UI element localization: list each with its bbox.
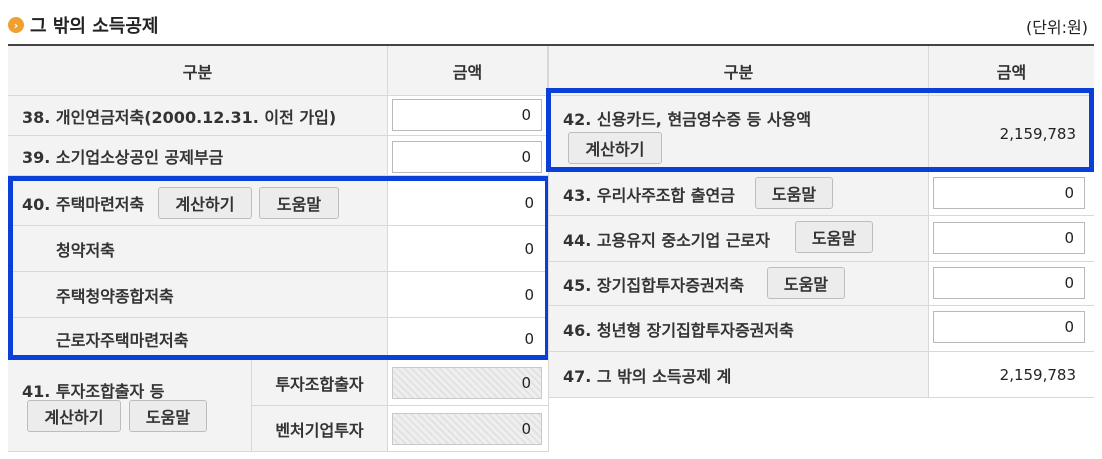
row45-input[interactable]: 0: [933, 267, 1085, 299]
row43-label-text: 43. 우리사주조합 출연금: [563, 185, 735, 205]
row44-label-text: 44. 고용유지 중소기업 근로자: [563, 230, 770, 250]
left-header-category: 구분: [8, 46, 388, 96]
row46-label: 46. 청년형 장기집합투자증권저축: [549, 306, 929, 352]
row43-input[interactable]: 0: [933, 177, 1085, 209]
row38-input[interactable]: 0: [392, 99, 542, 131]
row41-sub2-label: 벤처기업투자: [252, 406, 388, 452]
row45-label-text: 45. 장기집합투자증권저축: [563, 275, 745, 295]
unit-label: (단위:원): [1025, 18, 1088, 37]
row47-value: 2,159,783: [929, 352, 1094, 398]
row41-sub1-label: 투자조합출자: [252, 360, 388, 406]
section-title-text: 그 밖의 소득공제: [30, 16, 159, 37]
chevron-right-icon: ›: [8, 17, 24, 33]
row45-label: 45. 장기집합투자증권저축: [549, 262, 929, 306]
left-header-amount: 금액: [388, 46, 548, 96]
row43-help-button[interactable]: 도움말: [755, 177, 833, 209]
row39-label: 39. 소기업소상공인 공제부금: [8, 136, 388, 176]
row39-input[interactable]: 0: [392, 141, 542, 173]
highlight-box-row42: [546, 88, 1094, 172]
row45-help-button[interactable]: 도움말: [767, 267, 845, 299]
row41-sub1-input: 0: [392, 367, 542, 399]
row41-sub2-input: 0: [392, 413, 542, 445]
row43-label: 43. 우리사주조합 출연금: [549, 172, 929, 216]
row46-input[interactable]: 0: [933, 311, 1085, 343]
row38-label: 38. 개인연금저축(2000.12.31. 이전 가입): [8, 96, 388, 136]
row41-help-button[interactable]: 도움말: [129, 400, 207, 432]
row47-label: 47. 그 밖의 소득공제 계: [549, 352, 929, 398]
highlight-box-row40: [8, 176, 550, 360]
row44-help-button[interactable]: 도움말: [795, 221, 873, 253]
row44-input[interactable]: 0: [933, 222, 1085, 254]
row41-calc-button[interactable]: 계산하기: [27, 400, 121, 432]
section-title: › 그 밖의 소득공제: [8, 12, 158, 38]
